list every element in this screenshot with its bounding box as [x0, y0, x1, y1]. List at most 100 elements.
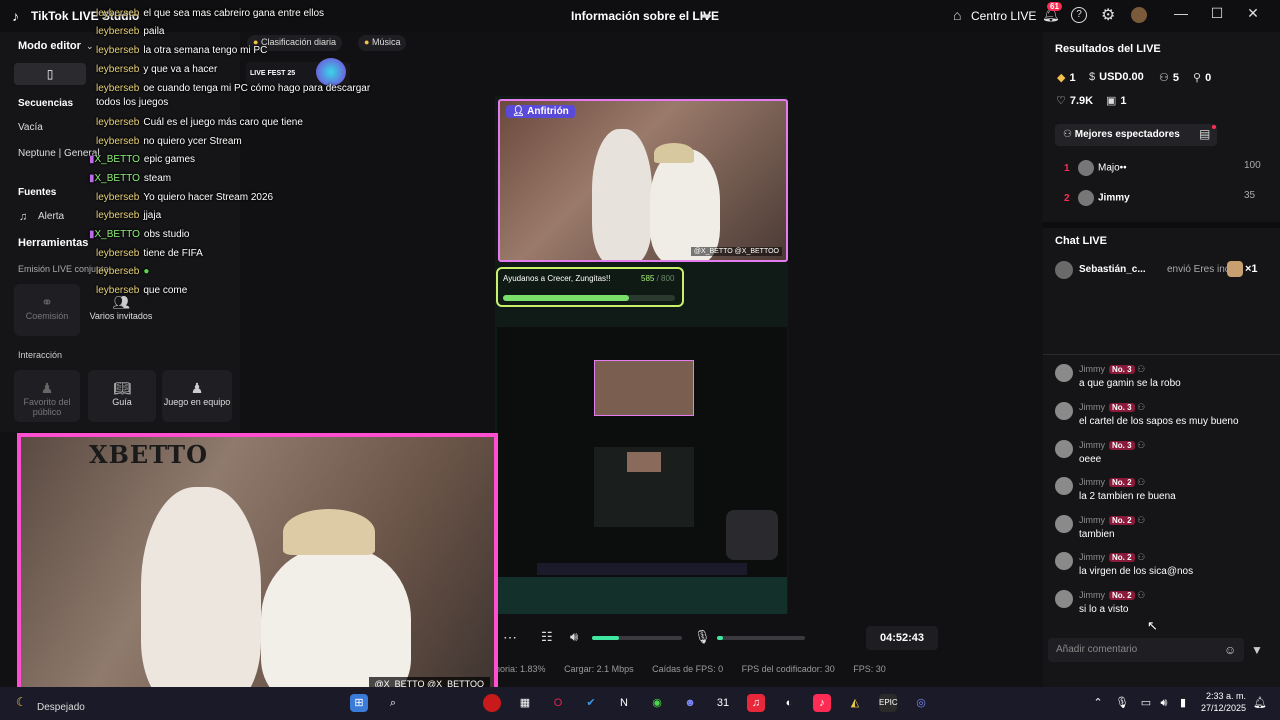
- nvidia-icon[interactable]: ◭: [846, 694, 864, 712]
- mic-slider[interactable]: [717, 636, 805, 640]
- guia-button[interactable]: 📖︎ Guía: [88, 370, 156, 422]
- notification-badge: 61: [1047, 2, 1062, 11]
- live-info-title[interactable]: Información sobre el LIVE: [571, 9, 719, 23]
- emoji-icon[interactable]: ☺: [1224, 643, 1236, 657]
- help-icon[interactable]: ?: [1071, 7, 1087, 23]
- vertical-layout-button[interactable]: ▯: [14, 63, 86, 85]
- list-icon[interactable]: ▤: [1199, 127, 1210, 141]
- filter-icon[interactable]: ▼: [1251, 643, 1263, 657]
- close-button[interactable]: ✕: [1243, 5, 1263, 22]
- chat-text: a que gamin se la robo: [1079, 378, 1181, 389]
- chat-user: Jimmy: [1079, 590, 1105, 600]
- chevron-down-icon[interactable]: ⌄: [86, 41, 94, 52]
- home-icon[interactable]: ⌂: [953, 7, 961, 23]
- viewer-score: 35: [1244, 190, 1256, 201]
- windows-start-icon[interactable]: ⊞: [350, 694, 368, 712]
- nested-thumb: [627, 452, 661, 472]
- battery-icon[interactable]: ▮: [1174, 694, 1192, 712]
- mejores-espectadores-tab[interactable]: ⚇ Mejores espectadores: [1055, 124, 1217, 146]
- stat-cargar: Cargar: 2.1 Mbps: [564, 664, 634, 674]
- app-red-icon[interactable]: [483, 694, 501, 712]
- share-icon[interactable]: ➦: [701, 8, 712, 24]
- host-camera: 👤︎ Anfitrión @X_BETTO @X_BETTOO: [498, 99, 788, 262]
- clasificacion-pill[interactable]: ● Clasificación diaria: [247, 35, 342, 51]
- chat-user: Jimmy: [1079, 552, 1105, 562]
- speaker-icon[interactable]: 🔊︎: [570, 629, 578, 645]
- mic-icon[interactable]: 🎙︎: [694, 629, 711, 645]
- varios-label: Varios invitados: [89, 311, 153, 321]
- chat-text: la virgen de los sica@nos: [1079, 566, 1194, 577]
- likes-value: 7.9K: [1069, 95, 1094, 107]
- gift-icon: ▣: [1106, 95, 1117, 107]
- grid-app-icon[interactable]: ▦: [516, 694, 534, 712]
- check-app-icon[interactable]: ✔: [582, 694, 600, 712]
- chat-avatar: [1055, 440, 1073, 458]
- follower-icon: ⚲: [1193, 72, 1202, 84]
- host-label-text: Anfitrión: [527, 106, 569, 117]
- scene-vacia[interactable]: Vacía: [18, 122, 43, 133]
- chat-meta: Jimmy No. 3 ⚇: [1079, 364, 1145, 375]
- diamonds-value: 1: [1069, 72, 1076, 84]
- tiktok-icon[interactable]: ♪: [813, 694, 831, 712]
- notion-icon[interactable]: N: [615, 694, 633, 712]
- monitor-icon[interactable]: ▭: [1137, 694, 1155, 712]
- nested-taskbar: [537, 563, 747, 575]
- modo-editor-label[interactable]: Modo editor: [18, 40, 81, 52]
- capture-icon[interactable]: ◐: [780, 694, 798, 712]
- chat-user: Jimmy: [1079, 440, 1105, 450]
- comment-input[interactable]: Añadir comentario: [1048, 638, 1244, 662]
- search-icon[interactable]: ⌕: [384, 694, 402, 712]
- heart-icon: ♡: [1056, 95, 1066, 107]
- volume-slider-fill: [592, 636, 619, 640]
- mixer-icon[interactable]: ☷: [541, 629, 553, 645]
- mic-tray-icon[interactable]: 🎙︎: [1113, 694, 1131, 712]
- top-viewer-row[interactable]: 1 Majo••: [1064, 160, 1127, 176]
- discord-icon[interactable]: ☻: [681, 694, 699, 712]
- top-viewer-row[interactable]: 2 Jimmy: [1064, 190, 1130, 206]
- emision-heading: Emisión LIVE conjunta: [18, 264, 109, 274]
- gift-user-avatar: [1055, 261, 1073, 279]
- people-icon: 👥︎: [112, 294, 130, 310]
- followers-value: 0: [1205, 72, 1212, 84]
- gear-icon[interactable]: ⚙: [1101, 5, 1115, 25]
- scene-neptune[interactable]: Neptune | General: [18, 148, 100, 159]
- varios-invitados-button[interactable]: 👥︎ Varios invitados: [88, 284, 154, 336]
- opera-icon[interactable]: O: [549, 694, 567, 712]
- maximize-button[interactable]: ☐: [1207, 5, 1227, 22]
- juego-equipo-button[interactable]: ♟ Juego en equipo: [162, 370, 232, 422]
- musica-pill[interactable]: ● Música: [358, 35, 407, 51]
- person-figure: [650, 149, 720, 260]
- viewer-avatar: [1078, 160, 1094, 176]
- stat-diamonds: ◆ 1: [1057, 71, 1076, 84]
- headset-sticker: [726, 510, 778, 560]
- red-dot: [1212, 125, 1216, 129]
- rank-badge: No. 3: [1109, 441, 1135, 450]
- source-alerta[interactable]: Alerta: [38, 211, 64, 222]
- live-timer: 04:52:43: [866, 626, 938, 650]
- minimize-button[interactable]: —: [1171, 5, 1191, 21]
- chevron-up-icon[interactable]: ⌃: [1089, 694, 1107, 712]
- more-icon[interactable]: ⋯: [503, 629, 517, 646]
- gift-user: Sebastián_c...: [1079, 264, 1146, 275]
- panel-divider: [1043, 222, 1280, 228]
- resultados-title: Resultados del LIVE: [1055, 43, 1161, 55]
- viewer-name: Majo••: [1098, 162, 1127, 174]
- viewer-rank: 2: [1064, 192, 1070, 204]
- gift-image-icon: [1227, 261, 1243, 277]
- obs-icon[interactable]: ◎: [912, 694, 930, 712]
- coemision-button[interactable]: ⚭ Coemisión: [14, 284, 80, 336]
- notification-bell-icon[interactable]: 🔔︎: [1251, 694, 1269, 712]
- clock[interactable]: 2:33 a. m. 27/12/2025: [1201, 690, 1246, 714]
- avatar[interactable]: [1131, 7, 1147, 23]
- calendar-icon[interactable]: 31: [714, 694, 732, 712]
- speaker-tray-icon[interactable]: 🔊︎: [1155, 694, 1173, 712]
- centro-live-button[interactable]: Centro LIVE: [971, 9, 1036, 23]
- epic-games-icon[interactable]: EPIC: [879, 694, 898, 712]
- live-fest-text: LIVE FEST 25: [250, 70, 296, 77]
- app-window: ♪ TikTok LIVE Studio Información sobre e…: [0, 0, 1280, 720]
- music-app-icon[interactable]: ♫: [747, 694, 765, 712]
- chrome-icon[interactable]: ◉: [648, 694, 666, 712]
- favorito-button[interactable]: ♟ Favorito del público: [14, 370, 80, 422]
- rank-badge: No. 3: [1109, 403, 1135, 412]
- host-handle: @X_BETTO @X_BETTOO: [690, 247, 782, 256]
